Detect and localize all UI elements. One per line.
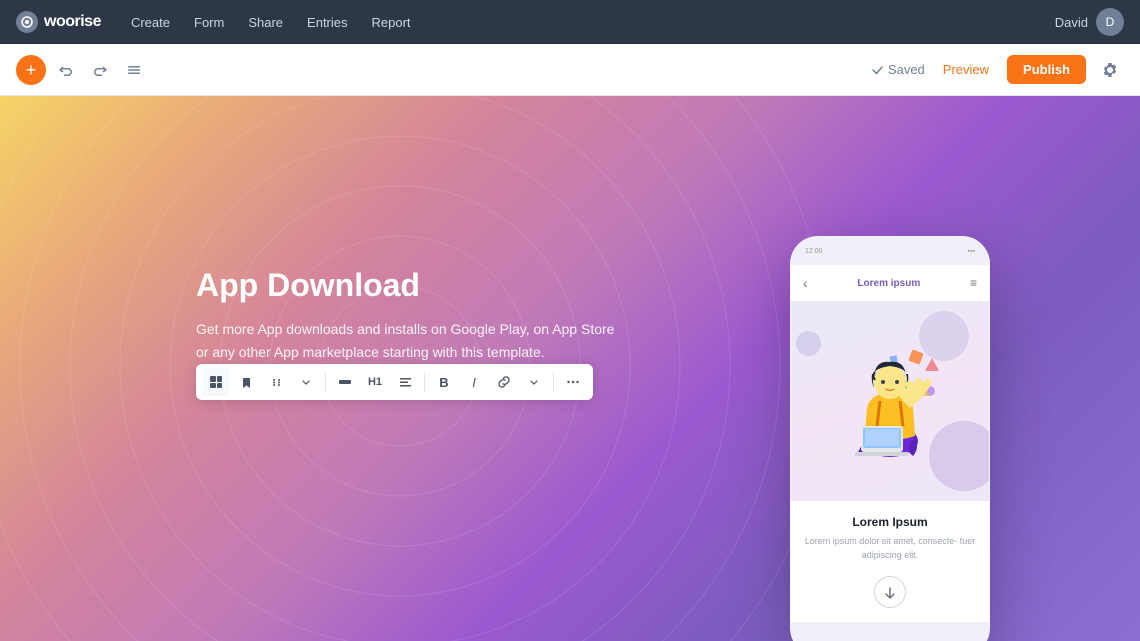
content-title[interactable]: App Download bbox=[196, 266, 656, 304]
logo-icon bbox=[16, 11, 38, 33]
nav-item-entries[interactable]: Entries bbox=[297, 9, 357, 36]
ft-chevron2-btn[interactable] bbox=[520, 368, 548, 396]
phone-content-area: Lorem Ipsum Lorem ipsum dolor sit amet, … bbox=[791, 501, 989, 622]
nav-items: Create Form Share Entries Report bbox=[121, 9, 1035, 36]
h1-label: H1 bbox=[368, 376, 382, 388]
phone-status-bar: 12:00 ▪▪▪ bbox=[791, 237, 989, 265]
add-button[interactable]: + bbox=[16, 55, 46, 85]
italic-icon: I bbox=[472, 375, 476, 390]
nav-item-share[interactable]: Share bbox=[238, 9, 293, 36]
grid-icon bbox=[210, 376, 222, 388]
phone-action-button[interactable] bbox=[874, 576, 906, 608]
ft-italic-btn[interactable]: I bbox=[460, 368, 488, 396]
main-canvas: H1 B I bbox=[0, 96, 1140, 641]
ft-h1-btn[interactable]: H1 bbox=[361, 368, 389, 396]
phone-mockup: 12:00 ▪▪▪ ‹ Lorem ipsum ≡ bbox=[790, 236, 990, 641]
ft-layout-btn[interactable] bbox=[202, 368, 230, 396]
settings-button[interactable] bbox=[1096, 56, 1124, 84]
ft-bookmark-btn[interactable] bbox=[232, 368, 260, 396]
redo-button[interactable] bbox=[86, 56, 114, 84]
nav-right: David D bbox=[1055, 8, 1124, 36]
phone-content-title: Lorem Ipsum bbox=[803, 515, 977, 529]
phone-content-description: Lorem ipsum dolor sit amet, consecte- tu… bbox=[803, 535, 977, 562]
toolbar-divider-1 bbox=[325, 372, 326, 392]
user-avatar: D bbox=[1096, 8, 1124, 36]
phone-deco-circle-3 bbox=[796, 331, 821, 356]
bold-icon: B bbox=[439, 375, 448, 390]
phone-nav-bar: ‹ Lorem ipsum ≡ bbox=[791, 265, 989, 301]
ft-chevron-btn[interactable] bbox=[292, 368, 320, 396]
logo[interactable]: woorise bbox=[16, 11, 101, 33]
floating-toolbar: H1 B I bbox=[196, 364, 593, 400]
preview-button[interactable]: Preview bbox=[935, 58, 997, 81]
phone-image-area bbox=[791, 301, 989, 501]
toolbar-bar: + Saved Preview Publish bbox=[0, 44, 1140, 96]
toolbar-divider-3 bbox=[553, 372, 554, 392]
top-navigation: woorise Create Form Share Entries Report… bbox=[0, 0, 1140, 44]
toolbar-divider-2 bbox=[424, 372, 425, 392]
publish-button[interactable]: Publish bbox=[1007, 55, 1086, 84]
content-description[interactable]: Get more App downloads and installs on G… bbox=[196, 318, 616, 363]
nav-item-report[interactable]: Report bbox=[362, 9, 421, 36]
nav-item-form[interactable]: Form bbox=[184, 9, 234, 36]
phone-back-icon: ‹ bbox=[803, 275, 808, 291]
ft-link-btn[interactable] bbox=[490, 368, 518, 396]
saved-status: Saved bbox=[871, 62, 925, 77]
undo-button[interactable] bbox=[52, 56, 80, 84]
ft-align-btn[interactable] bbox=[391, 368, 419, 396]
phone-menu-icon: ≡ bbox=[970, 276, 977, 290]
hamburger-button[interactable] bbox=[120, 56, 148, 84]
phone-time: 12:00 bbox=[805, 248, 823, 255]
ft-drag-btn[interactable] bbox=[262, 368, 290, 396]
nav-item-create[interactable]: Create bbox=[121, 9, 180, 36]
toolbar-right: Saved Preview Publish bbox=[871, 55, 1124, 84]
ft-more-btn[interactable] bbox=[559, 368, 587, 396]
person-illustration bbox=[825, 336, 955, 466]
user-info[interactable]: David D bbox=[1055, 8, 1124, 36]
content-block: App Download Get more App downloads and … bbox=[196, 266, 656, 363]
ft-block-btn[interactable] bbox=[331, 368, 359, 396]
user-name: David bbox=[1055, 15, 1088, 30]
ft-bold-btn[interactable]: B bbox=[430, 368, 458, 396]
phone-nav-title: Lorem ipsum bbox=[816, 278, 962, 289]
phone-status-icons: ▪▪▪ bbox=[968, 248, 975, 255]
logo-text: woorise bbox=[44, 13, 101, 31]
